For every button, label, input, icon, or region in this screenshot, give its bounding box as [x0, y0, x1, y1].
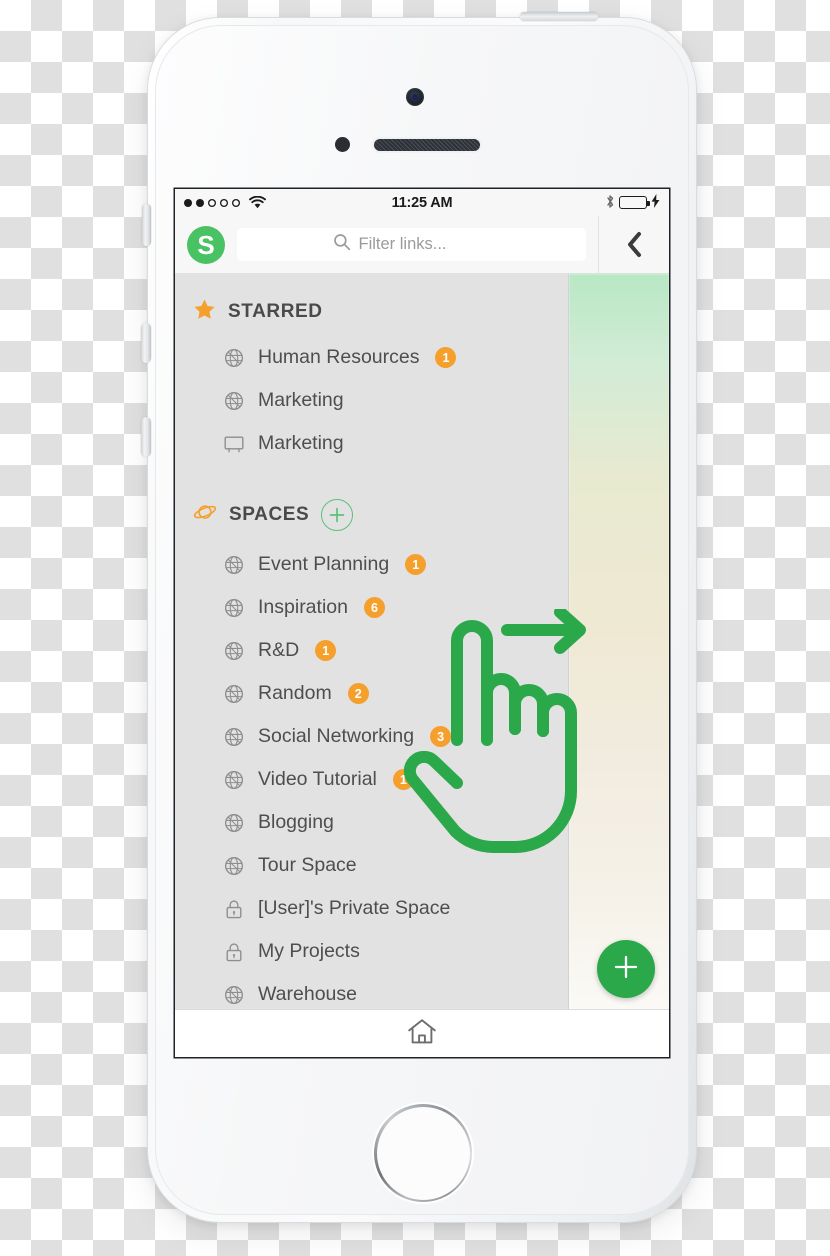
add-space-button[interactable] [321, 499, 354, 531]
screen-body: STARRED Human Resources 1 Marketing Marketi… [175, 274, 669, 1057]
planet-icon [193, 501, 217, 530]
add-link-fab-button[interactable] [597, 940, 655, 998]
status-bar-time: 11:25 AM [391, 194, 453, 211]
front-camera-icon [406, 88, 424, 106]
space-item-label: Warehouse [258, 983, 357, 1005]
space-item-row[interactable]: Video Tutorial 1 [175, 758, 568, 801]
spaces-section-title: SPACES [229, 504, 310, 525]
proximity-sensor-icon [335, 137, 350, 152]
starred-item-label: Marketing [258, 389, 344, 411]
space-item-row[interactable]: Blogging [175, 801, 568, 844]
starred-item-label: Marketing [258, 432, 344, 454]
starred-item-row[interactable]: Human Resources 1 [175, 336, 568, 379]
unread-count-badge: 1 [405, 554, 427, 575]
unread-count-badge: 2 [347, 683, 369, 704]
globe-icon [224, 684, 244, 703]
space-item-label: Blogging [258, 811, 334, 833]
space-item-label: [User]'s Private Space [258, 897, 451, 919]
power-button[interactable] [520, 12, 598, 21]
space-item-label: Tour Space [258, 854, 357, 876]
space-item-label: My Projects [258, 940, 360, 962]
unread-count-badge: 6 [363, 597, 385, 618]
search-icon [333, 233, 351, 256]
lock-icon [226, 942, 242, 961]
filter-links-search-bar[interactable] [237, 228, 586, 261]
earpiece-speaker [374, 139, 480, 151]
space-item-label: Video Tutorial [258, 768, 377, 790]
starred-item-row[interactable]: Marketing [175, 379, 568, 422]
battery-icon [619, 196, 650, 209]
space-item-label: Inspiration [258, 596, 348, 618]
space-item-label: Event Planning [258, 553, 390, 575]
space-item-row[interactable]: My Projects [175, 930, 568, 973]
bluetooth-icon [605, 194, 615, 212]
globe-icon [224, 770, 244, 789]
home-button-ring [374, 1104, 472, 1202]
home-icon[interactable] [407, 1018, 437, 1050]
starred-section-title: STARRED [228, 301, 323, 322]
back-chevron-icon[interactable] [598, 216, 669, 273]
space-item-row[interactable]: [User]'s Private Space [175, 887, 568, 930]
transparent-canvas: 11:25 AM S Filter links... STARRED Human… [0, 0, 830, 1256]
starred-item-row[interactable]: Marketing [175, 422, 568, 465]
volume-up-button[interactable] [141, 323, 151, 363]
unread-count-badge: 1 [315, 640, 337, 661]
space-item-label: Social Networking [258, 725, 415, 747]
unread-count-badge: 1 [435, 347, 457, 368]
starred-section-header: STARRED [175, 274, 568, 336]
space-item-row[interactable]: Tour Space [175, 844, 568, 887]
spaces-section-header: SPACES [175, 487, 568, 543]
globe-icon [224, 641, 244, 660]
lock-icon [226, 899, 242, 918]
globe-icon [224, 985, 244, 1004]
search-input[interactable] [358, 235, 491, 254]
space-item-row[interactable]: Social Networking 3 [175, 715, 568, 758]
globe-icon [224, 856, 244, 875]
globe-icon [224, 391, 244, 410]
unread-count-badge: 1 [392, 769, 414, 790]
home-button[interactable] [374, 1104, 472, 1202]
space-item-label: Random [258, 682, 332, 704]
lightning-bolt-icon [651, 194, 660, 211]
status-bar-right-group [605, 194, 660, 212]
starred-item-label: Human Resources [258, 346, 420, 368]
globe-icon [224, 813, 244, 832]
phone-device: 11:25 AM S Filter links... STARRED Human… [141, 12, 696, 1222]
monitor-icon [224, 436, 244, 452]
space-item-row[interactable]: Event Planning 1 [175, 543, 568, 586]
star-icon [193, 298, 216, 326]
app-logo[interactable]: S [187, 225, 225, 264]
volume-down-button[interactable] [141, 417, 151, 457]
globe-icon [224, 598, 244, 617]
globe-icon [224, 555, 244, 574]
status-bar: 11:25 AM [175, 189, 669, 216]
globe-icon [224, 727, 244, 746]
space-item-row[interactable]: R&D 1 [175, 629, 568, 672]
plus-icon [611, 952, 641, 987]
spaces-list: Event Planning 1 Inspiration 6 R&D 1 Random 2 So… [175, 543, 568, 1057]
navigation-bar: S [175, 216, 669, 274]
globe-icon [224, 348, 244, 367]
space-item-row[interactable]: Inspiration 6 [175, 586, 568, 629]
space-item-row[interactable]: Random 2 [175, 672, 568, 715]
phone-screen: 11:25 AM S Filter links... STARRED Human… [175, 189, 669, 1057]
unread-count-badge: 3 [430, 726, 452, 747]
mute-switch[interactable] [142, 204, 151, 246]
spaces-sidebar[interactable]: STARRED Human Resources 1 Marketing Marketi… [175, 274, 569, 1057]
starred-list: Human Resources 1 Marketing Marketing [175, 336, 568, 465]
bottom-tab-bar [175, 1009, 669, 1057]
content-preview-panel[interactable] [569, 274, 669, 1057]
space-item-label: R&D [258, 639, 300, 661]
